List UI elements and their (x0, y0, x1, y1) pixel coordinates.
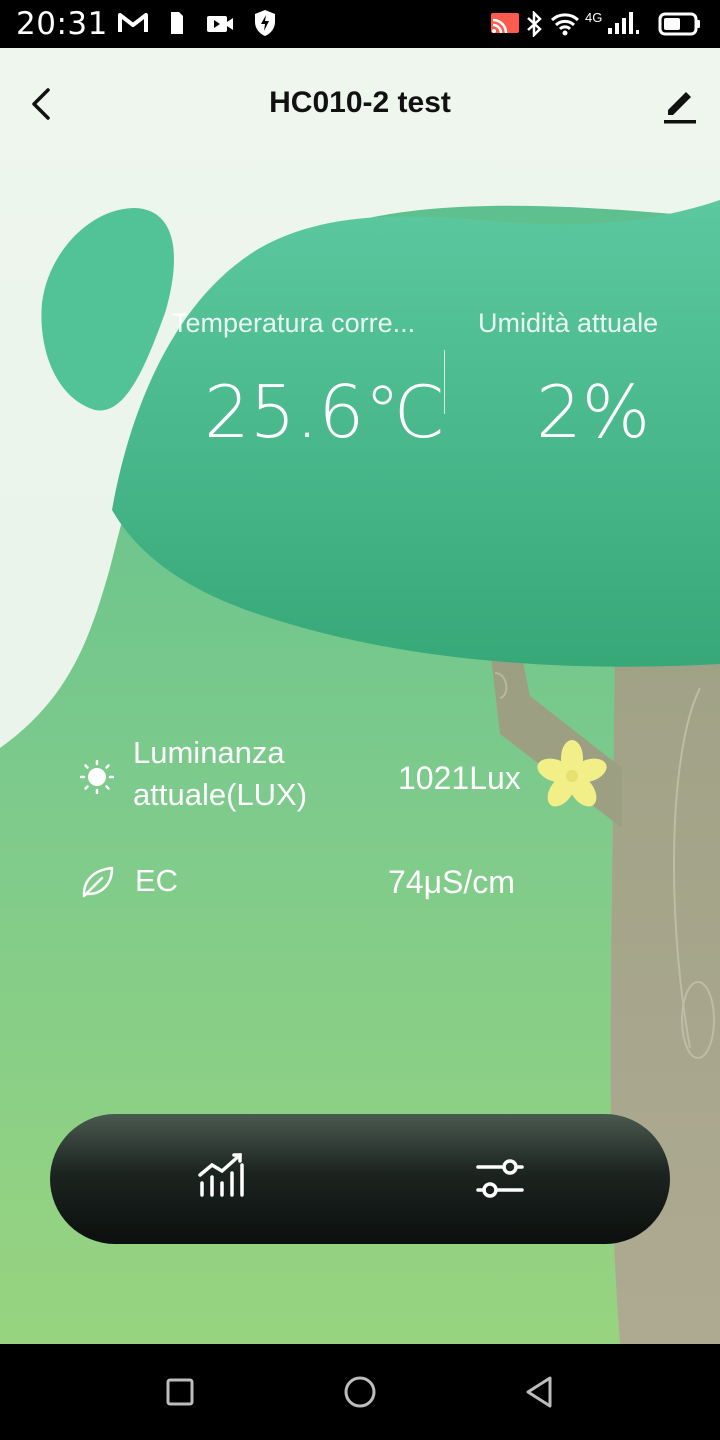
chart-icon[interactable] (182, 1139, 262, 1219)
signal-icon (608, 12, 639, 34)
sliders-icon[interactable] (460, 1139, 540, 1219)
ec-label: EC (135, 863, 179, 898)
battery-icon (658, 12, 700, 36)
bottom-toolbar (50, 1114, 670, 1244)
bluetooth-icon (527, 11, 542, 37)
ec-value: 74μS/cm (388, 864, 515, 900)
luminance-value: 1021Lux (398, 760, 521, 796)
sun-icon (80, 760, 114, 794)
metrics-divider (444, 350, 445, 414)
home-icon[interactable] (342, 1374, 378, 1410)
leaf-icon (82, 866, 114, 898)
cast-icon (491, 13, 519, 34)
sim-card-icon (171, 12, 183, 34)
status-bar: 20:31 4G (0, 0, 720, 48)
luminance-label: Luminanza attuale(LUX) (133, 735, 308, 812)
shield-icon (255, 10, 275, 36)
gmail-icon (118, 13, 148, 32)
page-title: HC010-2 test (269, 86, 451, 119)
humidity-value: 2% (536, 370, 651, 454)
wifi-icon (550, 13, 580, 36)
temperature-label: Temperatura corre... (172, 308, 416, 338)
app-screen: HC010-2 test Temperatura corre... 25.6℃ … (0, 48, 720, 1344)
temperature-value: 25.6℃ (204, 370, 446, 454)
navigation-bar (0, 1344, 720, 1440)
status-time: 20:31 (16, 6, 108, 42)
back-triangle-icon[interactable] (522, 1374, 558, 1410)
recent-apps-icon[interactable] (162, 1374, 198, 1410)
edit-button[interactable] (656, 80, 702, 126)
network-type: 4G (585, 10, 603, 25)
humidity-label: Umidità attuale (478, 308, 659, 338)
video-icon (207, 16, 233, 32)
